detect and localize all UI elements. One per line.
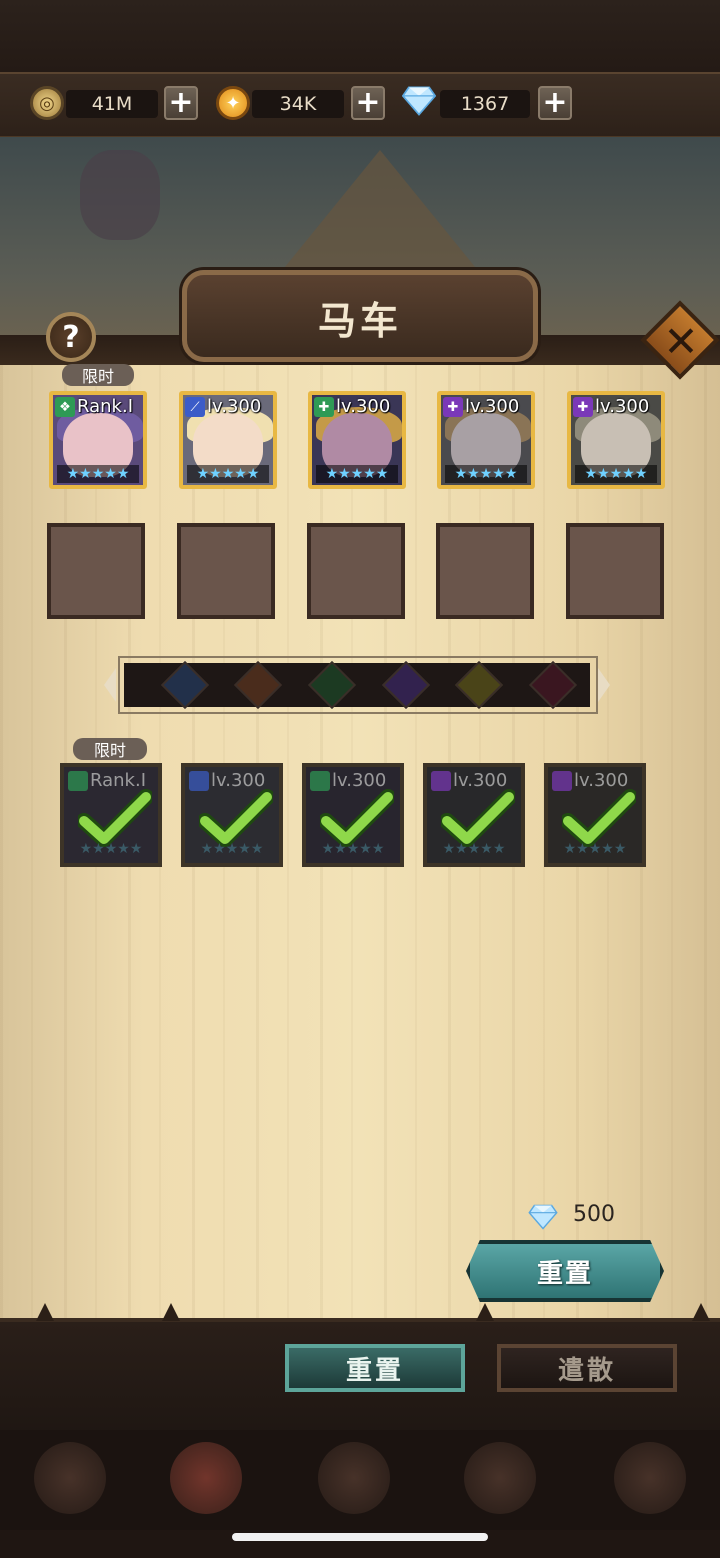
chevron-right-icon[interactable] (598, 668, 610, 702)
hero-stars: ★★★★★ (563, 841, 627, 857)
hero-stars: ★★★★★ (187, 465, 269, 483)
selected-hero-card[interactable]: lv.300 ★★★★★ (544, 763, 646, 867)
limited-tag: 限时 (73, 738, 147, 760)
reset-button-label[interactable]: 重置 (466, 1240, 664, 1302)
empty-slot[interactable] (436, 523, 534, 619)
tab-reset[interactable]: 重置 (285, 1344, 465, 1392)
hero-stars: ★★★★★ (442, 841, 506, 857)
class-icon (189, 771, 209, 791)
selected-hero-card[interactable]: lv.300 ★★★★★ (423, 763, 525, 867)
class-icon: ✚ (314, 397, 334, 417)
hero-card[interactable]: ⟋ lv.300 ★★★★★ (179, 391, 277, 489)
class-icon (431, 771, 451, 791)
lamp-silhouette (80, 150, 160, 240)
selected-hero-card[interactable]: Rank.I ★★★★★ (60, 763, 162, 867)
hero-stars: ★★★★★ (79, 841, 143, 857)
hero-card[interactable]: ✚ lv.300 ★★★★★ (437, 391, 535, 489)
top-band (0, 0, 720, 72)
hero-stars: ★★★★★ (316, 465, 398, 483)
hero-level: Rank.I (90, 770, 147, 791)
class-icon (310, 771, 330, 791)
home-indicator[interactable] (232, 1533, 488, 1541)
checkmark-icon (199, 789, 273, 847)
orange-token-icon: ✦ (216, 86, 250, 120)
checkmark-icon (441, 789, 515, 847)
hero-stars: ★★★★★ (575, 465, 657, 483)
chevron-left-icon[interactable] (104, 668, 116, 702)
nav-icon[interactable] (464, 1442, 536, 1514)
hero-level: lv.300 (207, 396, 262, 417)
empty-slot[interactable] (307, 523, 405, 619)
reset-cost: 500 (573, 1202, 615, 1227)
selected-hero-card[interactable]: lv.300 ★★★★★ (181, 763, 283, 867)
decor-spike (162, 1303, 180, 1321)
checkmark-icon (562, 789, 636, 847)
hero-level: lv.300 (336, 396, 391, 417)
hero-card[interactable]: ❖ Rank.I ★★★★★ (49, 391, 147, 489)
panel-title: 马车 (317, 299, 402, 343)
close-icon[interactable]: ✕ (656, 316, 706, 366)
hero-stars: ★★★★★ (57, 465, 139, 483)
class-icon: ❖ (55, 397, 75, 417)
nav-icon[interactable] (318, 1442, 390, 1514)
gold-amount: 41M (66, 90, 158, 118)
empty-slot[interactable] (177, 523, 275, 619)
checkmark-icon (320, 789, 394, 847)
hero-stars: ★★★★★ (445, 465, 527, 483)
tab-dismiss[interactable]: 遣散 (497, 1344, 677, 1392)
hero-level: lv.300 (595, 396, 650, 417)
hero-level: lv.300 (332, 770, 387, 791)
add-gold-button[interactable]: + (164, 86, 198, 120)
gold-coin-icon: ◎ (30, 86, 64, 120)
class-icon: ⟋ (185, 397, 205, 417)
token-amount: 34K (252, 90, 344, 118)
class-icon: ✚ (573, 397, 593, 417)
add-token-button[interactable]: + (351, 86, 385, 120)
empty-slot[interactable] (566, 523, 664, 619)
add-diamond-button[interactable]: + (538, 86, 572, 120)
hero-stars: ★★★★★ (200, 841, 264, 857)
nav-icon[interactable] (170, 1442, 242, 1514)
hero-level: lv.300 (211, 770, 266, 791)
decor-spike (476, 1303, 494, 1321)
empty-slot[interactable] (47, 523, 145, 619)
hero-stars: ★★★★★ (321, 841, 385, 857)
diamond-icon (528, 1204, 558, 1234)
checkmark-icon (78, 789, 152, 847)
selected-hero-card[interactable]: lv.300 ★★★★★ (302, 763, 404, 867)
hero-level: lv.300 (453, 770, 508, 791)
hero-level: lv.300 (574, 770, 629, 791)
class-icon (552, 771, 572, 791)
class-icon: ✚ (443, 397, 463, 417)
nav-icon[interactable] (614, 1442, 686, 1514)
class-icon (68, 771, 88, 791)
limited-tag: 限时 (62, 364, 134, 386)
hero-level: lv.300 (465, 396, 520, 417)
nav-icon[interactable] (34, 1442, 106, 1514)
diamond-amount: 1367 (440, 90, 530, 118)
hero-card[interactable]: ✚ lv.300 ★★★★★ (567, 391, 665, 489)
decor-spike (36, 1303, 54, 1321)
help-button[interactable]: ? (46, 312, 96, 362)
decor-spike (692, 1303, 710, 1321)
hero-card[interactable]: ✚ lv.300 ★★★★★ (308, 391, 406, 489)
diamond-icon (402, 84, 436, 118)
hero-level: Rank.I (77, 396, 134, 417)
